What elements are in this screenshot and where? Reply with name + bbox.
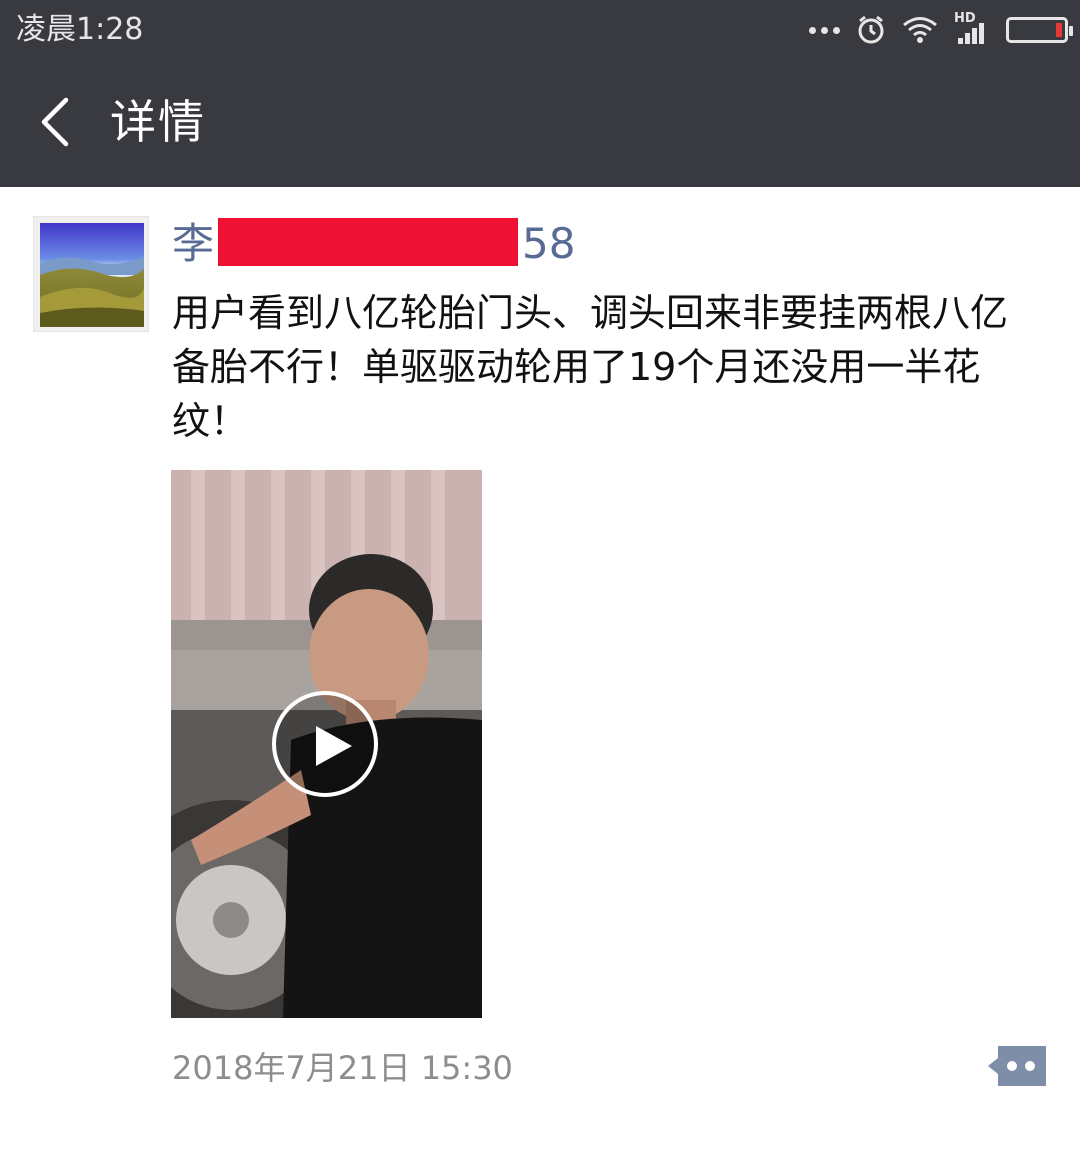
more-dots-icon bbox=[809, 26, 840, 34]
avatar[interactable] bbox=[33, 216, 149, 332]
status-icons: HD bbox=[809, 8, 1073, 52]
post-timestamp: 2018年7月21日 15:30 bbox=[172, 1049, 513, 1087]
signal-icon: HD bbox=[954, 12, 990, 46]
play-icon[interactable] bbox=[272, 691, 378, 797]
comment-button[interactable] bbox=[986, 1044, 1048, 1088]
page-title: 详情 bbox=[110, 95, 206, 149]
top-bar: 凌晨1:28 HD 详情 bbox=[0, 0, 1080, 187]
comment-bubble-icon bbox=[988, 1046, 1046, 1086]
battery-icon bbox=[1006, 17, 1073, 43]
chevron-left-icon bbox=[41, 97, 69, 147]
status-time: 凌晨1:28 bbox=[16, 12, 144, 47]
video-thumbnail[interactable] bbox=[171, 470, 482, 1018]
redaction-bar bbox=[218, 218, 519, 266]
author-name-suffix: 58 bbox=[522, 219, 576, 268]
author-name-prefix: 李 bbox=[172, 219, 215, 268]
author-name[interactable]: 李 58 bbox=[172, 216, 575, 272]
alarm-icon bbox=[858, 15, 884, 44]
wifi-icon bbox=[903, 17, 937, 43]
back-button[interactable] bbox=[30, 92, 80, 152]
post-text: 用户看到八亿轮胎门头、调头回来非要挂两根八亿备胎不行！单驱驱动轮用了19个月还没… bbox=[172, 291, 1009, 443]
avatar-landscape-image bbox=[40, 223, 144, 327]
